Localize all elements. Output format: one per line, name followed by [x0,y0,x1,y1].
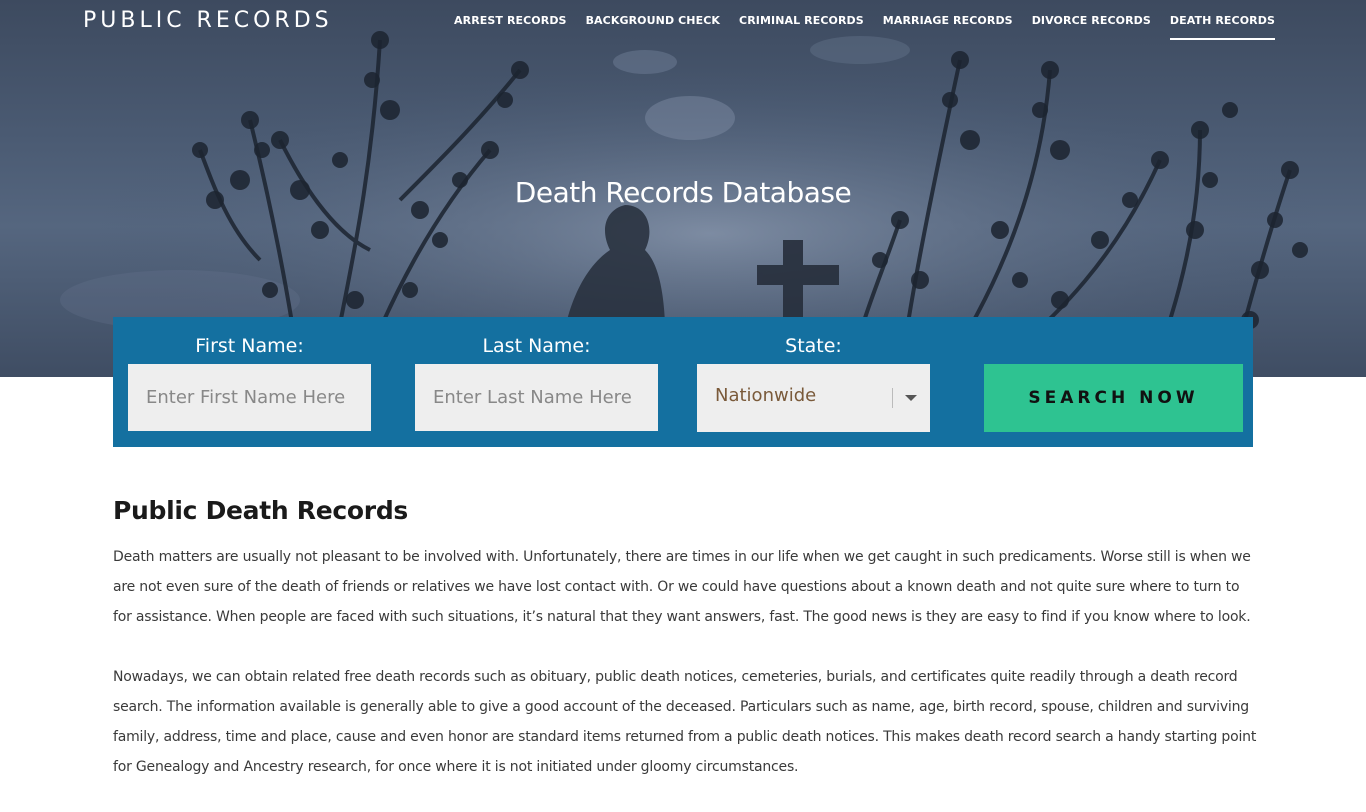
chevron-down-icon[interactable] [905,395,917,401]
main-nav: ARREST RECORDS BACKGROUND CHECK CRIMINAL… [454,14,1276,40]
state-select[interactable]: Nationwide [697,364,930,432]
nav-death-records[interactable]: DEATH RECORDS [1169,14,1276,40]
nav-arrest-records[interactable]: ARREST RECORDS [454,14,567,40]
search-form: First Name: Last Name: State: Nationwide… [113,317,1253,447]
details-paragraph: Nowadays, we can obtain related free dea… [113,669,1257,775]
nav-divorce-records[interactable]: DIVORCE RECORDS [1032,14,1151,40]
state-select-value: Nationwide [715,385,817,406]
nav-criminal-records[interactable]: CRIMINAL RECORDS [739,14,864,40]
last-name-label: Last Name: [482,335,591,357]
last-name-input[interactable] [415,364,658,431]
main-content: Public Death Records Death matters are u… [113,496,1258,812]
page-title: Death Records Database [514,176,852,209]
select-divider [892,388,893,408]
nav-background-check[interactable]: BACKGROUND CHECK [586,14,720,40]
nav-marriage-records[interactable]: MARRIAGE RECORDS [883,14,1013,40]
first-name-input[interactable] [128,364,371,431]
search-now-button[interactable]: SEARCH NOW [984,364,1243,432]
first-name-label: First Name: [195,335,304,357]
intro-paragraph: Death matters are usually not pleasant t… [113,549,1251,625]
section-heading: Public Death Records [113,496,409,525]
state-label: State: [785,335,842,357]
brand-logo-link[interactable]: PUBLIC RECORDS [83,8,333,33]
